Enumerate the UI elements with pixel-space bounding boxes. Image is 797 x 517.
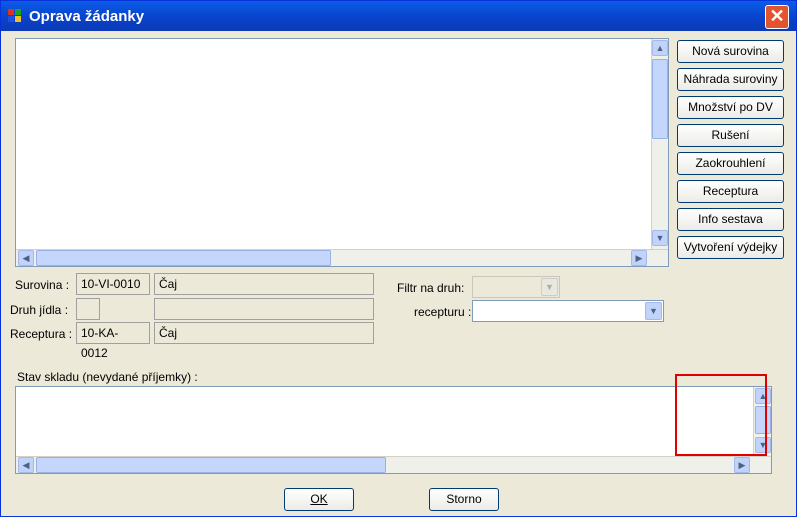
table-row[interactable] [16,183,668,201]
scroll-up-icon[interactable]: ▲ [652,40,668,56]
receptura-code-field: 10-KA-0012 [76,322,150,360]
scroll-thumb[interactable] [652,59,668,139]
nahrada-suroviny-button[interactable]: Náhrada suroviny [677,68,784,91]
stock-table-row[interactable] [16,423,771,441]
table-row[interactable] [16,129,668,147]
table-row[interactable] [16,201,668,219]
table-row[interactable] [16,57,668,75]
horizontal-scrollbar[interactable]: ◀ ▶ [16,249,668,266]
highlight-box [675,374,767,456]
scroll-right-icon[interactable]: ▶ [734,457,750,473]
stock-horizontal-scrollbar[interactable]: ◀ ▶ [16,456,771,473]
druh-label: Druh jídla : [10,303,69,317]
mnozstvi-po-dv-button[interactable]: Množství po DV [677,96,784,119]
storno-button[interactable]: Storno [429,488,499,511]
ruseni-button[interactable]: Rušení [677,124,784,147]
scroll-left-icon[interactable]: ◀ [18,457,34,473]
scroll-thumb[interactable] [36,250,331,266]
filtr-druh-select: ▼ [472,276,560,298]
druh-code-field[interactable] [76,298,100,320]
table-row[interactable] [16,219,668,237]
scroll-left-icon[interactable]: ◀ [18,250,34,266]
scroll-thumb[interactable] [36,457,386,473]
table-row[interactable] [16,111,668,129]
info-sestava-button[interactable]: Info sestava [677,208,784,231]
vytvoreni-vydejky-button[interactable]: Vytvoření výdejky [677,236,784,259]
stock-title: Stav skladu (nevydané příjemky) : [17,370,198,384]
app-icon [8,9,21,22]
chevron-down-icon[interactable]: ▼ [645,302,662,320]
table-row[interactable] [16,165,668,183]
table-row[interactable] [16,93,668,111]
ok-button[interactable]: OK [284,488,354,511]
druh-name-field [154,298,374,320]
scroll-right-icon[interactable]: ▶ [631,250,647,266]
window-title: Oprava žádanky [29,8,145,25]
stock-table-header [16,387,771,405]
ingredients-table[interactable]: ▲ ▼ ◀ ▶ [15,38,669,267]
close-icon[interactable]: ✕ [765,5,789,29]
nova-surovina-button[interactable]: Nová surovina [677,40,784,63]
zaokrouhleni-button[interactable]: Zaokrouhlení [677,152,784,175]
table-row[interactable] [16,147,668,165]
receptura-button[interactable]: Receptura [677,180,784,203]
table-row[interactable] [16,75,668,93]
stock-table-row[interactable] [16,405,771,423]
receptura-name-field: Čaj [154,322,374,344]
surovina-name-field: Čaj [154,273,374,295]
table-header [16,39,668,57]
surovina-code-field: 10-VI-0010 [76,273,150,295]
stock-table[interactable]: ▲ ▼ ◀ ▶ [15,386,772,474]
surovina-label: Surovina : [15,278,70,292]
recepturu-select[interactable]: ▼ [472,300,664,322]
title-bar[interactable]: Oprava žádanky ✕ [1,1,796,31]
ok-button-label: OK [310,492,328,506]
chevron-down-icon: ▼ [541,278,558,296]
vertical-scrollbar[interactable]: ▲ ▼ [651,39,668,249]
receptura-label: Receptura : [10,327,73,341]
dialog-window: Oprava žádanky ✕ ▲ ▼ ◀ ▶ Nová surovina Náhra… [0,0,797,517]
filtr-label: Filtr na druh: [397,281,465,295]
recepturu-label: recepturu : [414,305,472,319]
scroll-down-icon[interactable]: ▼ [652,230,668,246]
